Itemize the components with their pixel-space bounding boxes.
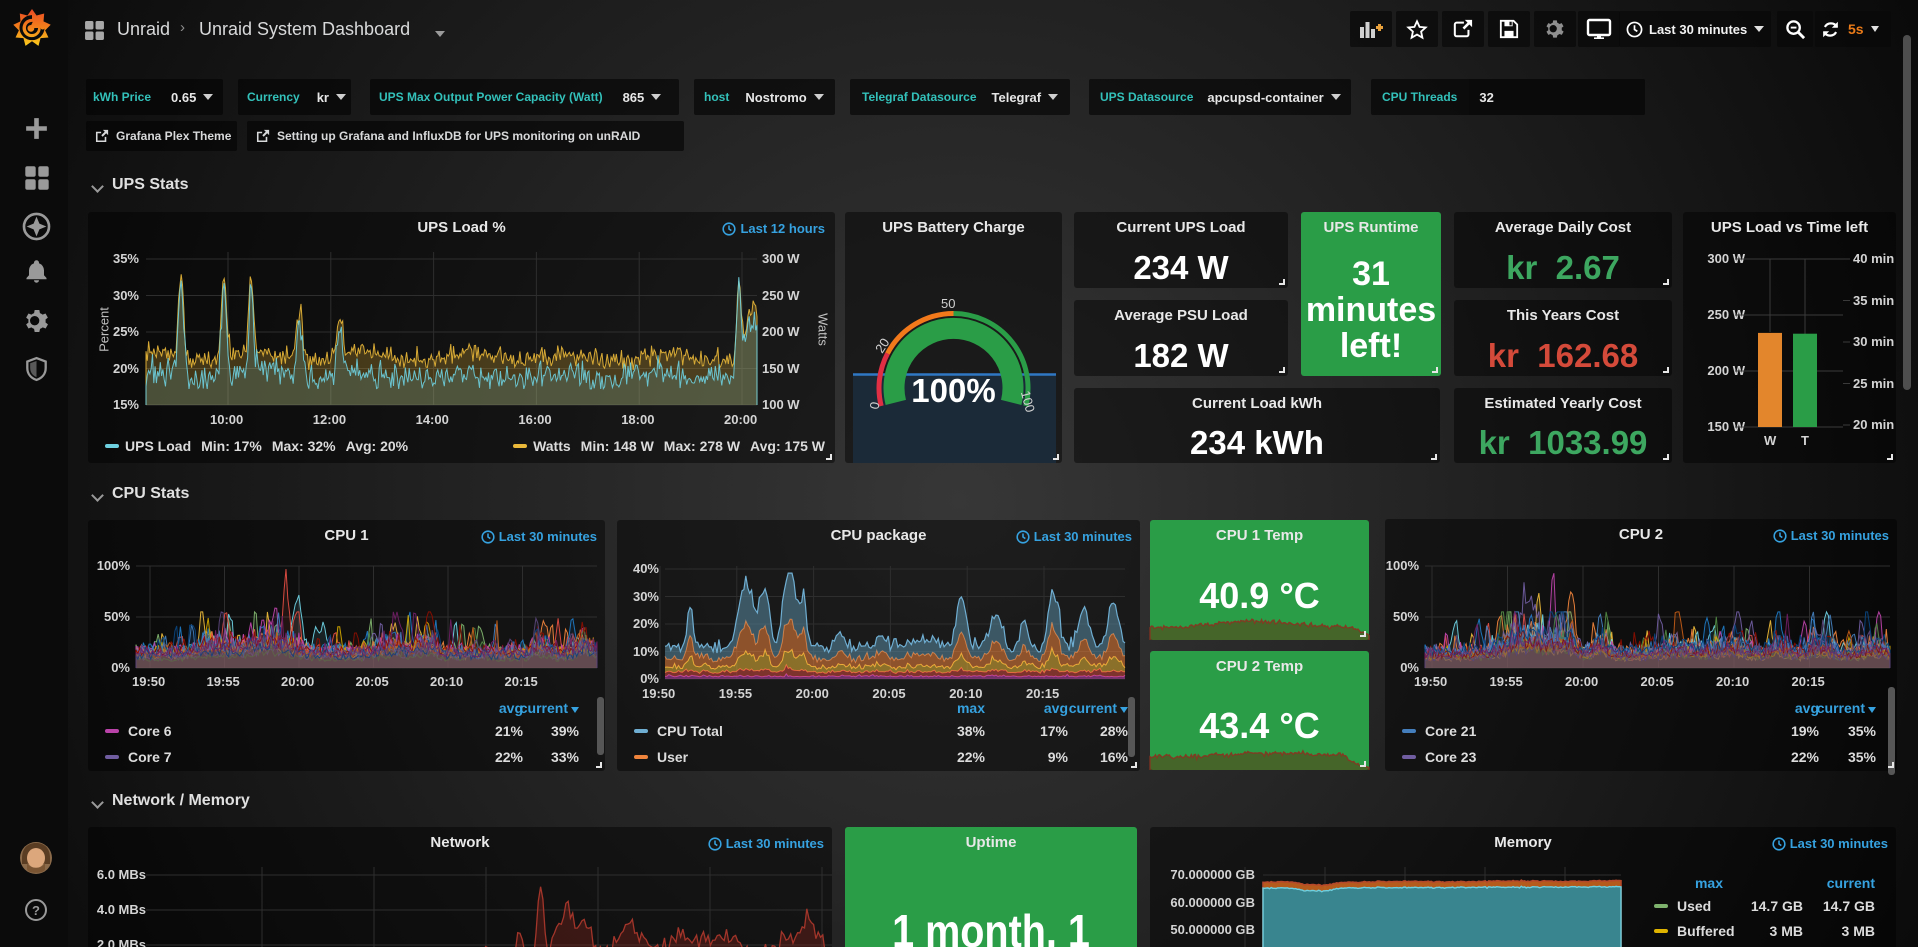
svg-text:?: ?	[32, 903, 40, 918]
